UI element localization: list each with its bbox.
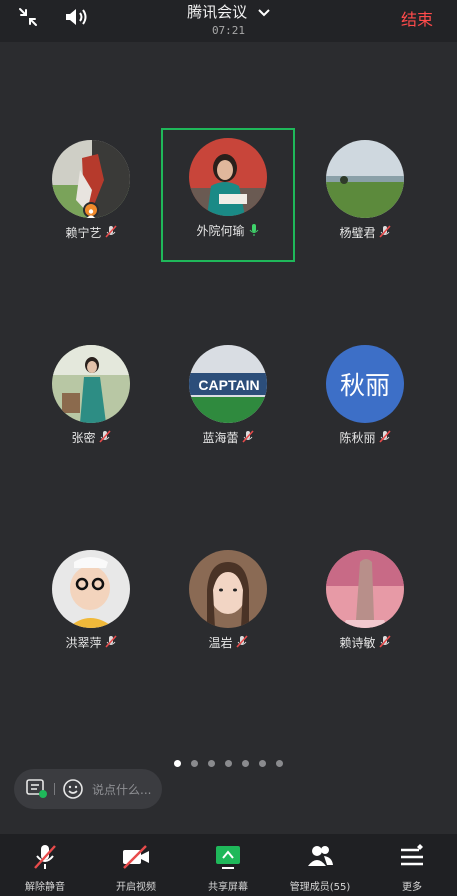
participant-name: 外院何瑜 <box>196 224 245 238</box>
avatar <box>326 550 404 628</box>
avatar <box>52 550 130 628</box>
mic-muted-icon <box>104 225 117 238</box>
manage-members-label: 管理成员(55) <box>289 882 351 893</box>
more-button[interactable]: 更多 <box>372 834 452 896</box>
participant-tile[interactable]: 赖诗敏 <box>298 540 432 674</box>
chat-input-placeholder[interactable]: 说点什么... <box>92 781 151 798</box>
page-dot[interactable] <box>276 760 283 767</box>
video-off-icon <box>123 845 149 869</box>
avatar <box>189 138 267 216</box>
avatar-initials: 秋丽 <box>326 345 404 423</box>
start-video-label: 开启视频 <box>116 882 156 893</box>
mic-muted-icon <box>378 430 391 443</box>
members-icon <box>308 846 333 866</box>
mic-muted-icon <box>34 845 56 869</box>
emoji-icon[interactable] <box>62 778 84 800</box>
avatar: CAPTAIN <box>189 345 267 423</box>
participant-tile[interactable]: 洪翠萍 <box>24 540 158 674</box>
participant-tile-active-speaker[interactable]: 外院何瑜 <box>161 128 295 262</box>
host-badge-icon <box>83 202 99 218</box>
participant-tile[interactable]: 温岩 <box>161 540 295 674</box>
mic-muted-icon <box>378 635 391 648</box>
participant-tile[interactable]: 张密 <box>24 335 158 469</box>
avatar <box>189 550 267 628</box>
mic-muted-icon <box>378 225 391 238</box>
more-icon <box>401 844 423 866</box>
participant-name: 赖宁艺 <box>65 226 102 240</box>
mic-muted-icon <box>98 430 111 443</box>
chat-bar[interactable]: 说点什么... <box>14 769 162 809</box>
participant-tile[interactable]: 赖宁艺 <box>24 130 158 264</box>
mic-muted-icon <box>235 635 248 648</box>
unmute-label: 解除静音 <box>25 882 65 893</box>
end-meeting-button[interactable]: 结束 <box>401 6 433 30</box>
meeting-timer: 07:21 <box>211 24 246 37</box>
participant-name: 蓝海蕾 <box>202 431 239 445</box>
page-dot[interactable] <box>191 760 198 767</box>
share-screen-button[interactable]: 共享屏幕 <box>188 834 268 896</box>
meeting-title-text: 腾讯会议 <box>187 3 248 21</box>
chat-list-icon[interactable] <box>26 779 48 799</box>
mic-muted-icon <box>241 430 254 443</box>
mic-active-icon <box>249 224 258 236</box>
participant-name: 陈秋丽 <box>339 431 376 445</box>
participant-tile[interactable]: 秋丽 陈秋丽 <box>298 335 432 469</box>
page-dot[interactable] <box>259 760 266 767</box>
participant-name: 杨璧君 <box>339 226 376 240</box>
meeting-title[interactable]: 腾讯会议 <box>187 1 270 22</box>
share-screen-label: 共享屏幕 <box>208 882 248 893</box>
avatar <box>326 140 404 218</box>
participant-tile[interactable]: CAPTAIN 蓝海蕾 <box>161 335 295 469</box>
mic-muted-icon <box>104 635 117 648</box>
page-dot[interactable] <box>225 760 232 767</box>
participant-tile[interactable]: 杨璧君 <box>298 130 432 264</box>
participant-name: 张密 <box>71 431 96 445</box>
chevron-down-icon <box>258 8 270 16</box>
participant-name: 温岩 <box>208 636 233 650</box>
page-dot-active[interactable] <box>174 760 181 767</box>
share-screen-icon <box>216 846 240 869</box>
page-dot[interactable] <box>242 760 249 767</box>
more-label: 更多 <box>402 882 422 893</box>
avatar <box>52 345 130 423</box>
page-dot[interactable] <box>208 760 215 767</box>
divider <box>54 783 55 795</box>
participant-name: 赖诗敏 <box>339 636 376 650</box>
start-video-button[interactable]: 开启视频 <box>96 834 176 896</box>
participant-name: 洪翠萍 <box>65 636 102 650</box>
top-bar: 腾讯会议 07:21 结束 <box>0 0 457 42</box>
avatar-initials-text: 秋丽 <box>339 371 390 400</box>
captain-sign-text: CAPTAIN <box>198 377 259 393</box>
unmute-button[interactable]: 解除静音 <box>5 834 85 896</box>
manage-members-button[interactable]: 管理成员(55) <box>280 834 360 896</box>
bottom-toolbar: 解除静音 开启视频 共享屏幕 管理成员(55) 更多 <box>0 834 457 896</box>
